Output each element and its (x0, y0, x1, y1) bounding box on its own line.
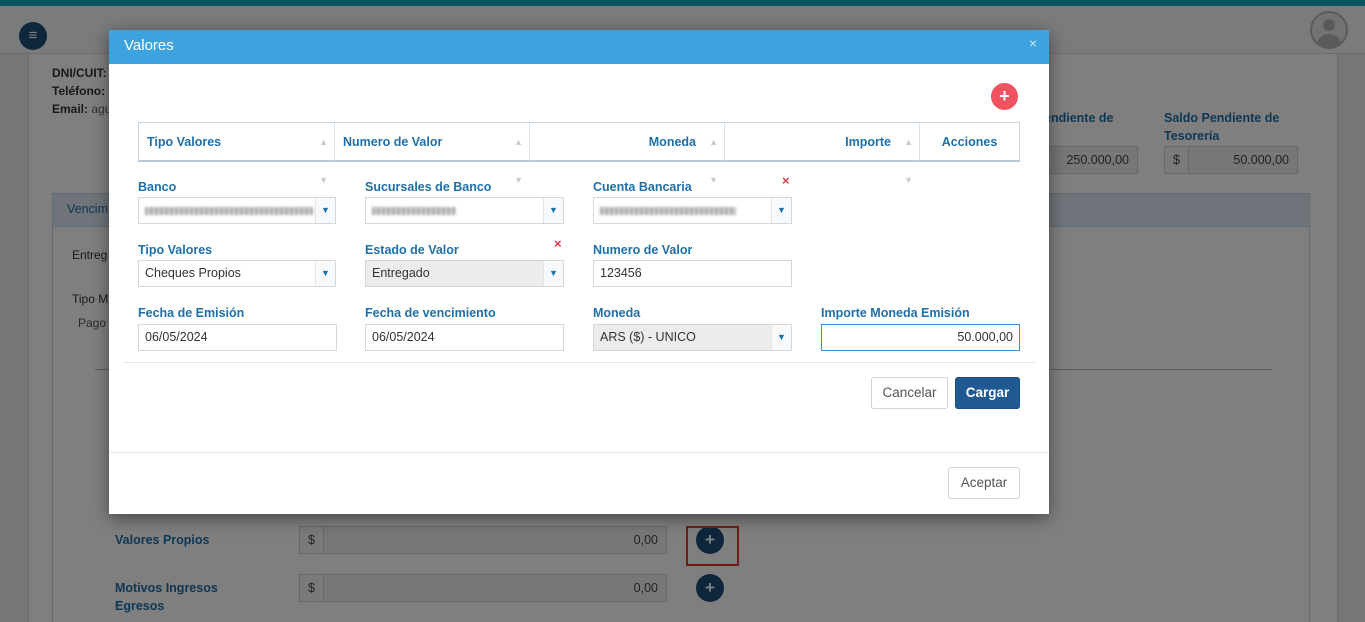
valores-grid-header: Tipo Valores ▲ ▼ Numero de Valor ▲ ▼ Moneda ▲… (138, 122, 1020, 185)
chevron-down-icon: ▼ (315, 198, 335, 223)
fecha-vencimiento-input[interactable]: 06/05/2024 (365, 324, 564, 351)
importe-label: Importe Moneda Emisión (821, 306, 970, 320)
sort-icon: ▲ ▼ (319, 137, 328, 185)
tipo-valores-label: Tipo Valores (138, 243, 213, 257)
column-moneda[interactable]: Moneda ▲ ▼ (530, 123, 725, 185)
estado-valor-select[interactable]: Entregado ▼ (365, 260, 564, 287)
cuenta-label: Cuenta Bancaria (593, 180, 692, 194)
column-importe[interactable]: Importe ▲ ▼ (725, 123, 920, 185)
close-icon[interactable]: × (1029, 35, 1037, 51)
blurred-value (145, 207, 313, 215)
load-button[interactable]: Cargar (955, 377, 1020, 409)
clear-icon[interactable]: × (554, 236, 562, 251)
chevron-down-icon: ▼ (543, 198, 563, 223)
sort-icon: ▲ ▼ (904, 137, 913, 185)
sucursal-label: Sucursales de Banco (365, 180, 492, 194)
plus-icon[interactable]: + (991, 83, 1018, 110)
cuenta-select[interactable]: ▼ (593, 197, 792, 224)
form-divider (123, 362, 1035, 363)
tipo-valores-select[interactable]: Cheques Propios ▼ (138, 260, 336, 287)
accept-button[interactable]: Aceptar (948, 467, 1020, 499)
modal-title: Valores (124, 37, 174, 54)
column-tipo-valores[interactable]: Tipo Valores ▲ ▼ (139, 123, 335, 185)
chevron-down-icon: ▼ (771, 325, 791, 350)
moneda-label: Moneda (593, 306, 641, 320)
column-numero-valor[interactable]: Numero de Valor ▲ ▼ (335, 123, 530, 185)
sort-icon: ▲ ▼ (709, 137, 718, 185)
banco-label: Banco (138, 180, 177, 194)
numero-valor-label: Numero de Valor (593, 243, 693, 257)
modal-header: Valores × (109, 30, 1049, 64)
cancel-button[interactable]: Cancelar (871, 377, 948, 409)
footer-divider (109, 452, 1049, 453)
chevron-down-icon: ▼ (315, 261, 335, 286)
sucursal-select[interactable]: ▼ (365, 197, 564, 224)
sort-icon: ▲ ▼ (514, 137, 523, 185)
blurred-value (600, 207, 736, 215)
importe-input[interactable]: 50.000,00 (821, 324, 1020, 351)
moneda-select[interactable]: ARS ($) - UNICO ▼ (593, 324, 792, 351)
banco-select[interactable]: ▼ (138, 197, 336, 224)
blurred-value (372, 207, 456, 215)
estado-valor-label: Estado de Valor (365, 243, 459, 257)
chevron-down-icon: ▼ (771, 198, 791, 223)
chevron-down-icon: ▼ (543, 261, 563, 286)
clear-icon[interactable]: × (782, 173, 790, 188)
fecha-emision-input[interactable]: 06/05/2024 (138, 324, 337, 351)
column-acciones: Acciones (941, 135, 998, 149)
fecha-emision-label: Fecha de Emisión (138, 306, 245, 320)
valores-modal: Valores × + Tipo Valores ▲ ▼ Numero de Val… (109, 30, 1049, 514)
fecha-vencimiento-label: Fecha de vencimiento (365, 306, 496, 320)
numero-valor-input[interactable]: 123456 (593, 260, 792, 287)
